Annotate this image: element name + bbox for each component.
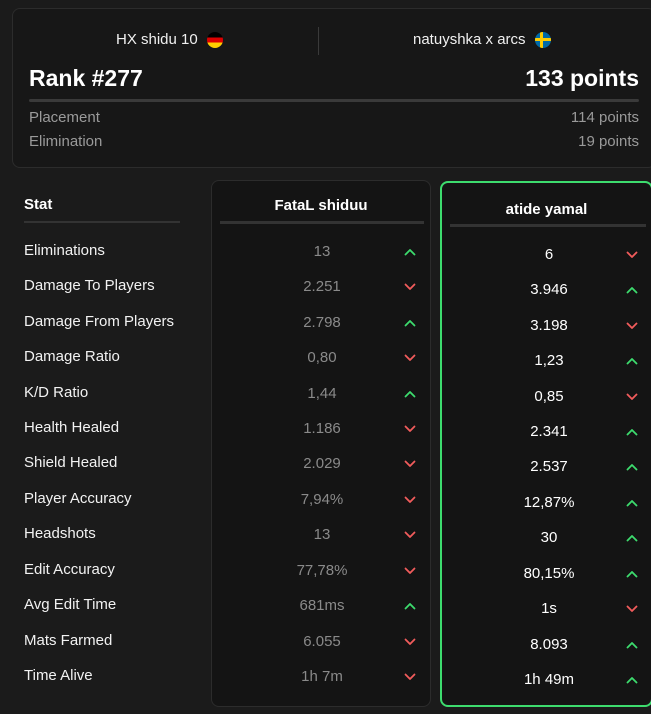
sweden-flag-icon xyxy=(534,31,551,48)
rank-label: Rank #277 xyxy=(29,65,143,91)
stat-value: 2.537 xyxy=(530,458,568,475)
player-2-column-highlighted: atide yamal 6 3.946 3.198 1,23 0,85 2.341 2.53… xyxy=(440,181,651,707)
chevron-up-icon xyxy=(404,602,416,610)
chevron-down-icon xyxy=(404,460,416,468)
chevron-up-icon xyxy=(626,357,638,365)
stat-value: 2.341 xyxy=(530,423,568,440)
stat-value: 13 xyxy=(313,243,331,260)
stat-value: 13 xyxy=(313,526,331,543)
total-points: 133 points xyxy=(525,65,639,91)
chevron-down-icon xyxy=(404,638,416,646)
stat-value: 7,94% xyxy=(300,491,344,508)
chevron-down-icon xyxy=(404,496,416,504)
stat-label: Shield Healed xyxy=(24,454,118,471)
stat-value: 0,80 xyxy=(307,349,337,366)
chevron-up-icon xyxy=(404,248,416,256)
chevron-up-icon xyxy=(626,286,638,294)
stat-label: Edit Accuracy xyxy=(24,561,115,578)
stat-label: Eliminations xyxy=(24,242,105,259)
chevron-down-icon xyxy=(404,283,416,291)
chevron-up-icon xyxy=(626,499,638,507)
stat-label: Damage From Players xyxy=(24,313,175,330)
chevron-down-icon xyxy=(404,425,416,433)
chevron-up-icon xyxy=(626,428,638,436)
germany-flag-icon xyxy=(206,31,223,48)
chevron-up-icon xyxy=(626,570,638,578)
stat-value: 1.186 xyxy=(303,420,341,437)
player-1-name[interactable]: FataL shiduu xyxy=(212,197,430,214)
stat-value: 6 xyxy=(544,246,554,263)
stat-label: Damage Ratio xyxy=(24,348,120,365)
elimination-points: 19 points xyxy=(578,133,639,150)
stat-value: 1,23 xyxy=(534,352,564,369)
stat-value: 80,15% xyxy=(523,565,575,582)
stat-value: 8.093 xyxy=(530,636,568,653)
chevron-down-icon xyxy=(626,605,638,613)
chevron-up-icon xyxy=(404,390,416,398)
stat-label: Mats Farmed xyxy=(24,632,113,649)
chevron-up-icon xyxy=(626,534,638,542)
player-1-column: FataL shiduu 13 2.251 2.798 0,80 1,44 1.186 2.… xyxy=(211,180,431,707)
chevron-down-icon xyxy=(626,393,638,401)
chevron-up-icon xyxy=(626,676,638,684)
stat-value: 1h 49m xyxy=(523,671,575,688)
chevron-up-icon xyxy=(626,641,638,649)
chevron-down-icon xyxy=(404,673,416,681)
stat-label: Player Accuracy xyxy=(24,490,132,507)
placement-points: 114 points xyxy=(570,109,639,126)
stat-label: Avg Edit Time xyxy=(24,596,117,613)
player-1-header-underline xyxy=(220,221,424,224)
stat-value: 12,87% xyxy=(523,494,575,511)
stat-value: 2.798 xyxy=(303,314,341,331)
match-summary-card: HX shidu 10 natuyshka x arcs Rank #277 1… xyxy=(12,8,651,168)
stat-label: K/D Ratio xyxy=(24,384,89,401)
chevron-up-icon xyxy=(404,319,416,327)
stat-label: Health Healed xyxy=(24,419,120,436)
player-2-header-underline xyxy=(450,224,646,227)
team-right[interactable]: natuyshka x arcs xyxy=(413,31,551,48)
stat-value: 0,85 xyxy=(534,388,564,405)
placement-label: Placement xyxy=(29,109,100,126)
chevron-down-icon xyxy=(626,322,638,330)
team-right-name: natuyshka x arcs xyxy=(413,31,526,48)
stat-value: 1h 7m xyxy=(301,668,343,685)
team-left-name: HX shidu 10 xyxy=(116,31,198,48)
stat-value: 2.251 xyxy=(303,278,341,295)
stat-header-underline xyxy=(24,221,180,223)
stat-value: 1s xyxy=(541,600,557,617)
stat-value: 3.946 xyxy=(530,281,568,298)
stat-value: 1,44 xyxy=(307,385,337,402)
stat-value: 2.029 xyxy=(303,455,341,472)
stat-value: 77,78% xyxy=(296,562,348,579)
player-2-name[interactable]: atide yamal xyxy=(442,201,651,218)
stat-value: 681ms xyxy=(299,597,345,614)
team-left[interactable]: HX shidu 10 xyxy=(116,31,223,48)
stat-label: Time Alive xyxy=(24,667,93,684)
chevron-up-icon xyxy=(626,463,638,471)
stat-value: 3.198 xyxy=(530,317,568,334)
stat-label: Headshots xyxy=(24,525,96,542)
chevron-down-icon xyxy=(404,354,416,362)
chevron-down-icon xyxy=(404,531,416,539)
stat-value: 6.055 xyxy=(303,633,341,650)
stat-column-header: Stat xyxy=(24,196,53,213)
chevron-down-icon xyxy=(404,567,416,575)
stat-value: 30 xyxy=(540,529,558,546)
stat-label: Damage To Players xyxy=(24,277,155,294)
summary-divider xyxy=(29,99,639,102)
chevron-down-icon xyxy=(626,251,638,259)
team-divider xyxy=(318,27,319,55)
elimination-label: Elimination xyxy=(29,133,103,150)
